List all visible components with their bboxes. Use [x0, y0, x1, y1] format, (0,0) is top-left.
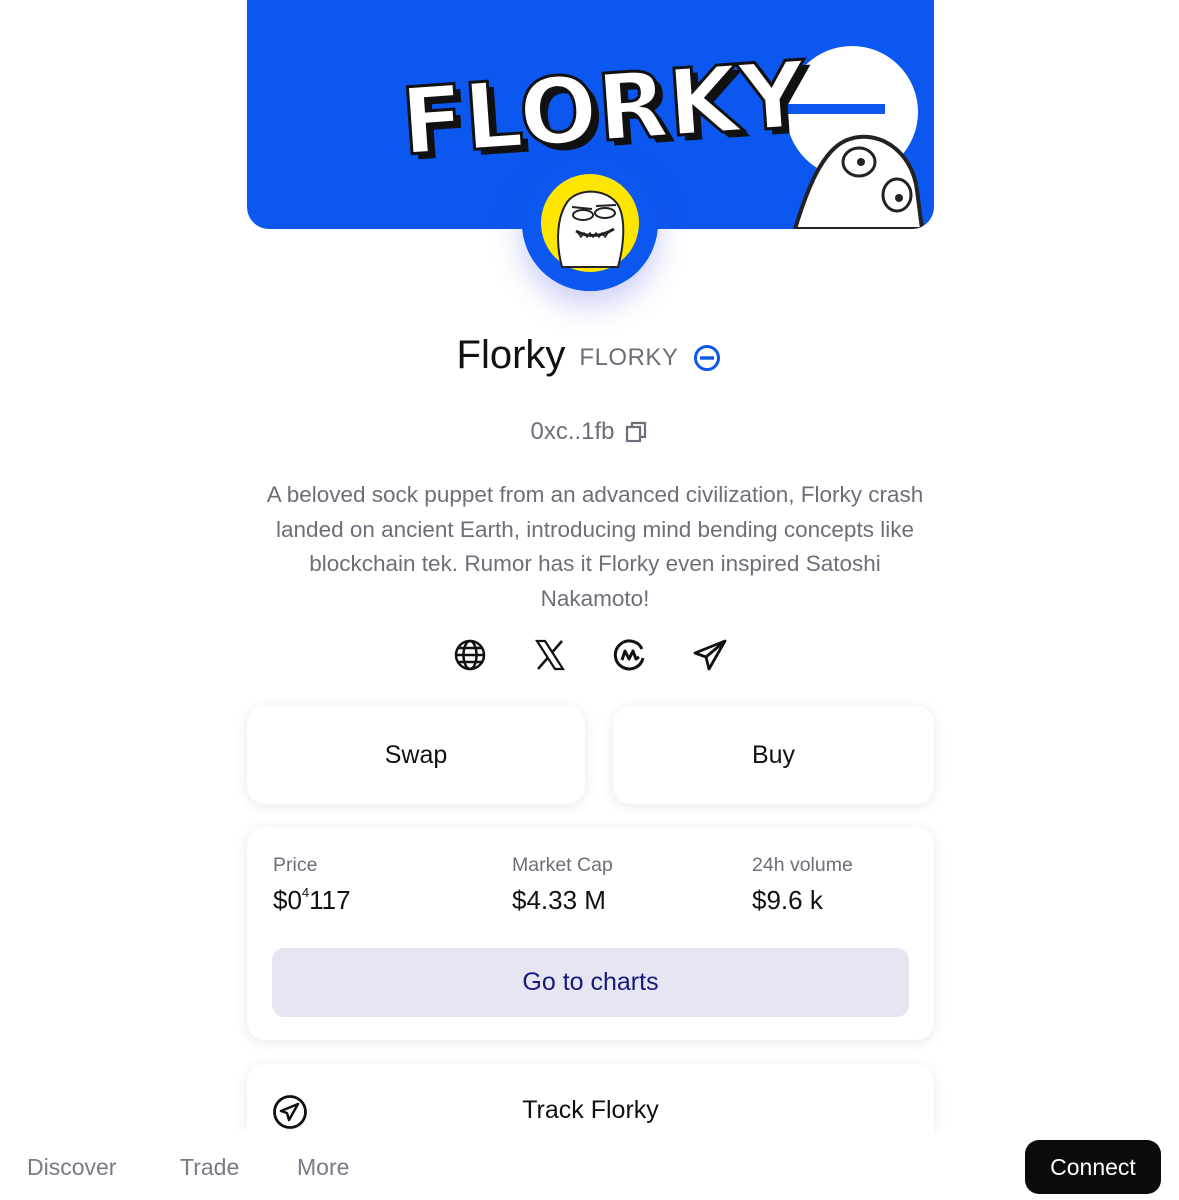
- globe-icon: [454, 639, 485, 671]
- coinmarketcap-icon: [613, 639, 644, 671]
- token-name: Florky: [456, 332, 566, 377]
- chain-icon: [694, 345, 721, 371]
- price-label: Price: [273, 854, 318, 876]
- price-prefix: $0: [273, 885, 302, 915]
- track-label: Track Florky: [522, 1096, 659, 1124]
- bottom-nav: Discover Trade More: [0, 1132, 1179, 1200]
- website-link[interactable]: [451, 633, 489, 677]
- price-digits: 117: [309, 885, 351, 915]
- coinmarketcap-link[interactable]: [611, 633, 649, 677]
- buy-button[interactable]: Buy: [613, 706, 934, 804]
- track-token-card[interactable]: Track Florky: [247, 1064, 934, 1132]
- token-title-row: Florky FLORKY: [0, 330, 1179, 380]
- telegram-icon: [693, 639, 726, 671]
- social-links: [0, 633, 1179, 677]
- price-value: $04117: [273, 885, 351, 916]
- volume-value: $9.6 k: [752, 885, 823, 915]
- copy-icon[interactable]: [623, 419, 649, 445]
- nav-more[interactable]: More: [297, 1154, 349, 1181]
- token-symbol: FLORKY: [579, 344, 679, 371]
- x-icon: [534, 639, 565, 671]
- market-cap-label: Market Cap: [512, 854, 613, 876]
- token-avatar: [522, 155, 658, 291]
- token-description: A beloved sock puppet from an advanced c…: [266, 482, 924, 611]
- token-stats-card: Price $04117 Market Cap $4.33 M 24h volu…: [247, 827, 934, 1040]
- x-link[interactable]: [531, 633, 569, 677]
- go-to-charts-button[interactable]: Go to charts: [272, 948, 909, 1017]
- market-cap-value: $4.33 M: [512, 885, 606, 915]
- swap-button[interactable]: Swap: [247, 706, 585, 804]
- contract-address-row: 0xc..1fb: [0, 415, 1179, 449]
- nav-discover[interactable]: Discover: [27, 1154, 116, 1181]
- connect-button[interactable]: Connect: [1025, 1140, 1161, 1194]
- contract-address: 0xc..1fb: [530, 418, 615, 445]
- nav-trade[interactable]: Trade: [180, 1154, 239, 1181]
- telegram-link[interactable]: [691, 633, 729, 677]
- market-cap-stat: Market Cap $4.33 M: [512, 854, 613, 916]
- volume-label: 24h volume: [752, 854, 853, 876]
- price-stat: Price $04117: [273, 854, 351, 916]
- volume-stat: 24h volume $9.6 k: [752, 854, 853, 916]
